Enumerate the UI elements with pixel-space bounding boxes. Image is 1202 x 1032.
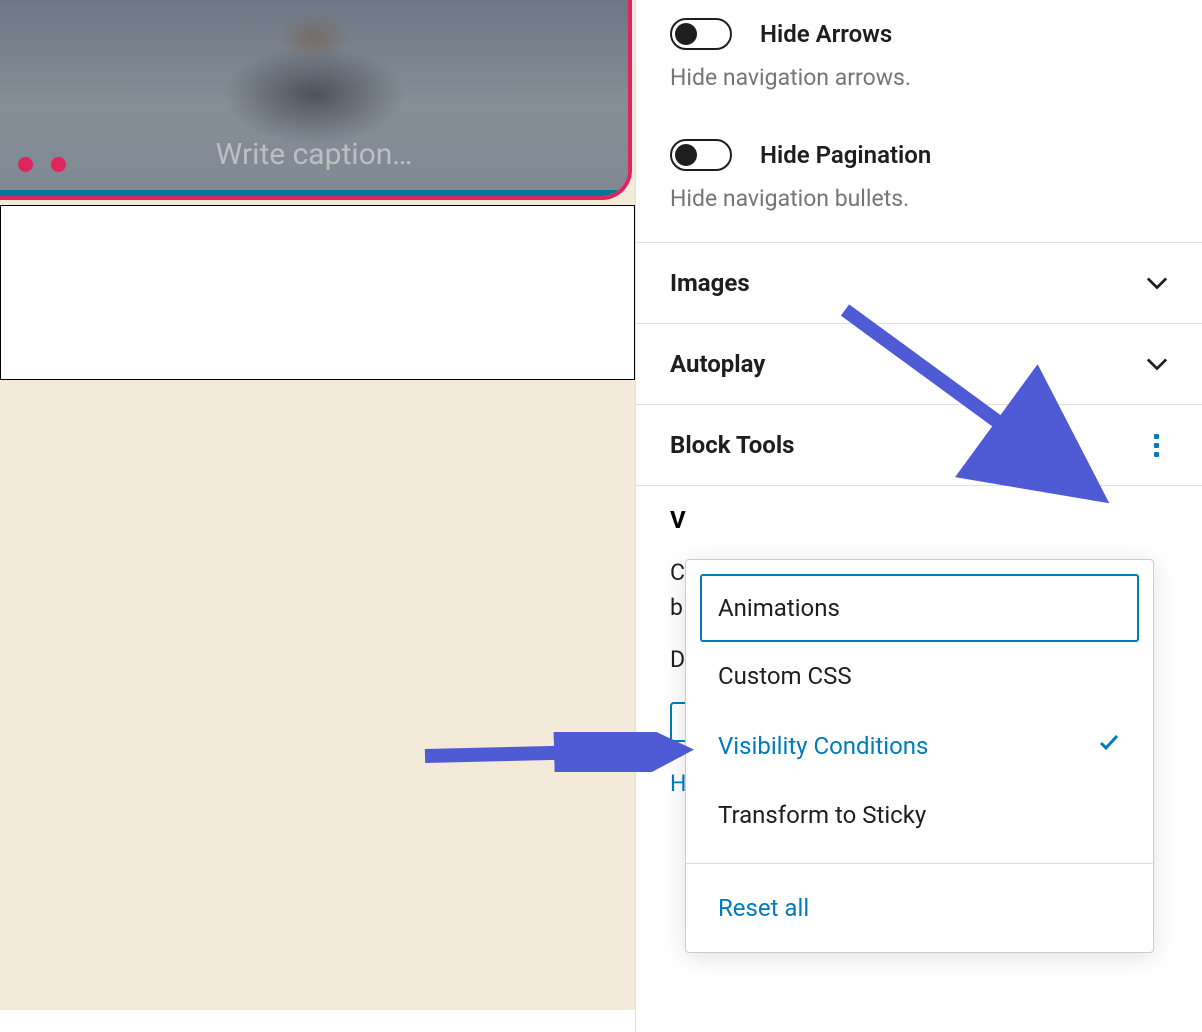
text-block[interactable] xyxy=(0,205,635,380)
slide-pagination xyxy=(18,157,66,172)
kebab-menu-icon[interactable] xyxy=(1144,433,1168,457)
slide-block[interactable]: Write caption… xyxy=(0,0,632,200)
pagination-dot[interactable] xyxy=(18,157,33,172)
annotation-arrow xyxy=(840,300,1130,530)
toggle-label: Hide Arrows xyxy=(760,20,892,48)
dropdown-item-label: Animations xyxy=(718,594,840,622)
dropdown-item-transform-sticky[interactable]: Transform to Sticky xyxy=(700,781,1139,849)
toggle-hide-pagination[interactable] xyxy=(670,139,732,171)
dropdown-item-label: Visibility Conditions xyxy=(718,732,928,760)
annotation-arrow xyxy=(420,732,710,772)
toggle-label: Hide Pagination xyxy=(760,141,931,169)
toggle-hide-arrows[interactable] xyxy=(670,18,732,50)
setting-hide-pagination: Hide Pagination Hide navigation bullets. xyxy=(636,109,1202,242)
pagination-dot[interactable] xyxy=(51,157,66,172)
panel-title: Block Tools xyxy=(670,431,795,459)
dropdown-item-animations[interactable]: Animations xyxy=(700,574,1139,642)
dropdown-reset-all[interactable]: Reset all xyxy=(686,864,1153,952)
block-tools-dropdown: Animations Custom CSS Visibility Conditi… xyxy=(685,559,1154,953)
editor-canvas: Write caption… xyxy=(0,0,635,1010)
toggle-knob xyxy=(675,144,697,166)
toggle-description: Hide navigation arrows. xyxy=(670,64,1168,91)
setting-hide-arrows: Hide Arrows Hide navigation arrows. xyxy=(636,0,1202,109)
dropdown-item-label: Transform to Sticky xyxy=(718,801,926,829)
panel-title: Images xyxy=(670,269,750,297)
dropdown-item-label: Custom CSS xyxy=(718,662,852,690)
dropdown-item-visibility-conditions[interactable]: Visibility Conditions xyxy=(700,710,1139,781)
panel-title: Autoplay xyxy=(670,350,765,378)
check-icon xyxy=(1097,730,1121,761)
toggle-description: Hide navigation bullets. xyxy=(670,185,1168,212)
chevron-down-icon xyxy=(1146,272,1168,294)
chevron-down-icon xyxy=(1146,353,1168,375)
toggle-knob xyxy=(675,23,697,45)
dropdown-item-custom-css[interactable]: Custom CSS xyxy=(700,642,1139,710)
slide-inner: Write caption… xyxy=(0,0,628,196)
caption-input[interactable]: Write caption… xyxy=(0,137,628,172)
